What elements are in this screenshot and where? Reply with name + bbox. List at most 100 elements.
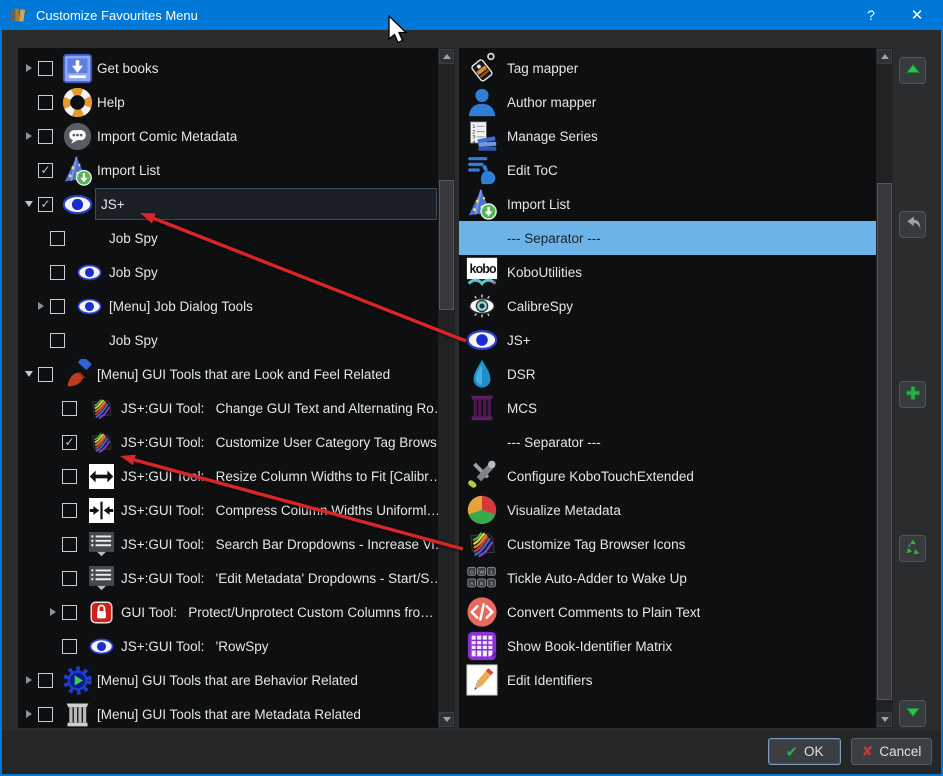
expander-collapsed-icon[interactable]: [34, 302, 48, 310]
checkbox[interactable]: [38, 128, 53, 144]
right-scrollbar-thumb[interactable]: [877, 183, 892, 700]
checkbox[interactable]: [38, 672, 53, 688]
list-item[interactable]: Import List: [459, 187, 876, 221]
list-item[interactable]: G W 1 A S 3 Tickle Auto-Adder to Wake Up: [459, 561, 876, 595]
list-item[interactable]: Edit Identifiers: [459, 663, 876, 697]
tree-item-label: Import List: [97, 162, 161, 178]
checkbox[interactable]: [62, 604, 77, 620]
tree-item[interactable]: [Menu] GUI Tools that are Behavior Relat…: [18, 663, 438, 697]
rename-edit-box[interactable]: JS+: [95, 188, 437, 220]
tree-item[interactable]: [Menu] GUI Tools that are Metadata Relat…: [18, 697, 438, 728]
list-item[interactable]: Customize Tag Browser Icons: [459, 527, 876, 561]
checkbox[interactable]: [38, 60, 53, 76]
checkbox[interactable]: ✓: [62, 434, 77, 450]
list-item[interactable]: DSR: [459, 357, 876, 391]
tree-item[interactable]: JS+:GUI Tool: Compress Column Widths Uni…: [18, 493, 438, 527]
move-down-button[interactable]: [899, 700, 926, 727]
checkbox[interactable]: [62, 638, 77, 654]
favourites-tree-panel: Get books Help Import Comic Metadata ✓ Impor…: [18, 48, 455, 728]
ok-button[interactable]: ✔ OK: [768, 738, 841, 765]
scroll-up-button[interactable]: [877, 49, 892, 64]
checkbox[interactable]: ✓: [38, 162, 53, 178]
checkbox[interactable]: [50, 264, 65, 280]
tree-item[interactable]: ✓ Import List: [18, 153, 438, 187]
tree-item[interactable]: ✓ JS+:GUI Tool: Customize User Category T…: [18, 425, 438, 459]
checkbox[interactable]: [62, 502, 77, 518]
list-item[interactable]: 1 2 3 4 Manage Series: [459, 119, 876, 153]
list-item[interactable]: kobo KoboUtilities: [459, 255, 876, 289]
list-item[interactable]: --- Separator ---: [459, 425, 876, 459]
list-item[interactable]: Configure KoboTouchExtended: [459, 459, 876, 493]
tree-item[interactable]: [Menu] GUI Tools that are Look and Feel …: [18, 357, 438, 391]
tree-item[interactable]: JS+:GUI Tool: Change GUI Text and Altern…: [18, 391, 438, 425]
tree-item[interactable]: JS+:GUI Tool: Resize Column Widths to Fi…: [18, 459, 438, 493]
checkbox[interactable]: [50, 230, 65, 246]
list-item[interactable]: MCS: [459, 391, 876, 425]
refresh-button[interactable]: [899, 535, 926, 562]
list-item-label: Show Book-Identifier Matrix: [507, 638, 673, 654]
list-item[interactable]: --- Separator ---: [459, 221, 876, 255]
tree-item[interactable]: [Menu] Job Dialog Tools: [18, 289, 438, 323]
right-scrollbar[interactable]: [876, 48, 893, 728]
triangle-up-icon: [880, 54, 889, 59]
tree-item[interactable]: JS+:GUI Tool: 'RowSpy: [18, 629, 438, 663]
list-item[interactable]: Edit ToC: [459, 153, 876, 187]
left-scrollbar[interactable]: [438, 48, 455, 728]
scroll-down-button[interactable]: [877, 712, 892, 727]
add-item-button[interactable]: [899, 381, 926, 408]
undo-move-button[interactable]: [899, 211, 926, 238]
checkbox[interactable]: [50, 298, 65, 314]
checkbox[interactable]: [50, 332, 65, 348]
cancel-button[interactable]: ✘ Cancel: [851, 738, 932, 765]
expander-collapsed-icon[interactable]: [46, 608, 60, 616]
checkbox[interactable]: ✓: [38, 196, 53, 212]
checkbox[interactable]: [38, 706, 53, 722]
svg-text:3: 3: [490, 581, 493, 587]
list-item[interactable]: JS+: [459, 323, 876, 357]
list-item[interactable]: Convert Comments to Plain Text: [459, 595, 876, 629]
title-bar[interactable]: Customize Favourites Menu ? ✕: [0, 0, 943, 30]
tree-item[interactable]: JS+:GUI Tool: 'Edit Metadata' Dropdowns …: [18, 561, 438, 595]
checkbox[interactable]: [62, 570, 77, 586]
tree-item[interactable]: Help: [18, 85, 438, 119]
left-scrollbar-thumb[interactable]: [439, 180, 454, 310]
chevron-down-icon: [25, 371, 33, 377]
tree-item[interactable]: Get books: [18, 51, 438, 85]
checkbox[interactable]: [62, 400, 77, 416]
checkbox[interactable]: [38, 94, 53, 110]
tree-item-label: Help: [97, 94, 125, 110]
scroll-up-button[interactable]: [439, 49, 454, 64]
scroll-down-button[interactable]: [439, 712, 454, 727]
tree-item[interactable]: Job Spy: [18, 255, 438, 289]
list-item[interactable]: Tag mapper: [459, 51, 876, 85]
tree-item[interactable]: GUI Tool: Protect/Unprotect Custom Colum…: [18, 595, 438, 629]
tree-item[interactable]: Job Spy: [18, 221, 438, 255]
help-lifebuoy-icon: [59, 87, 95, 118]
close-button[interactable]: ✕: [895, 0, 939, 30]
expander-collapsed-icon[interactable]: [22, 676, 36, 684]
expander-collapsed-icon[interactable]: [22, 132, 36, 140]
expander-expanded-icon[interactable]: [22, 371, 36, 377]
favourites-tree: Get books Help Import Comic Metadata ✓ Impor…: [18, 51, 438, 728]
tree-item[interactable]: ✓ JS+: [18, 187, 438, 221]
tree-item[interactable]: Import Comic Metadata: [18, 119, 438, 153]
tree-item[interactable]: Job Spy: [18, 323, 438, 357]
checkbox[interactable]: [62, 536, 77, 552]
list-item[interactable]: Show Book-Identifier Matrix: [459, 629, 876, 663]
expander-collapsed-icon[interactable]: [22, 64, 36, 72]
tree-item[interactable]: JS+:GUI Tool: Search Bar Dropdowns - Inc…: [18, 527, 438, 561]
tag-mapper-icon: [463, 52, 501, 84]
pencil-icon: [463, 664, 501, 696]
expander-collapsed-icon[interactable]: [22, 710, 36, 718]
expander-expanded-icon[interactable]: [22, 201, 36, 207]
eye-icon: [71, 294, 107, 319]
list-item[interactable]: Visualize Metadata: [459, 493, 876, 527]
help-button[interactable]: ?: [849, 0, 893, 30]
list-item[interactable]: Author mapper: [459, 85, 876, 119]
list-item[interactable]: CalibreSpy: [459, 289, 876, 323]
checkbox[interactable]: [38, 366, 53, 382]
checkbox[interactable]: [62, 468, 77, 484]
svg-text:kobo: kobo: [470, 262, 497, 276]
manage-series-icon: 1234: [463, 120, 501, 152]
move-up-button[interactable]: [899, 57, 926, 84]
